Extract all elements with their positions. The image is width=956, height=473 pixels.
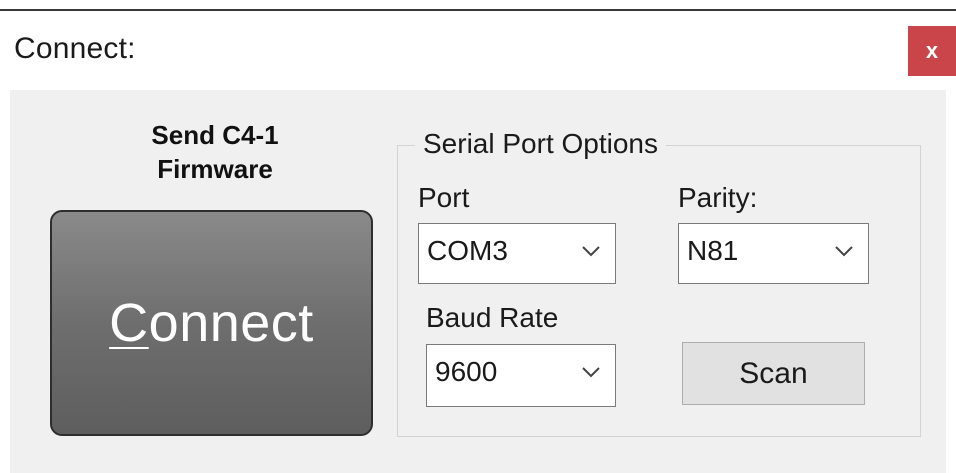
port-label: Port	[418, 182, 470, 213]
connect-button[interactable]: Connect	[50, 210, 373, 436]
dialog-titlebar: Connect: x	[0, 14, 956, 90]
firmware-label-line1: Send C4-1	[151, 120, 279, 150]
connect-label-rest: onnect	[148, 293, 314, 353]
dialog-title: Connect:	[14, 32, 136, 65]
connect-mnemonic: C	[109, 293, 149, 353]
dialog-body: Send C4-1 Firmware Connect Serial Port O…	[10, 90, 946, 473]
serial-port-options-title: Serial Port Options	[415, 128, 666, 160]
chevron-down-icon	[582, 246, 600, 257]
scan-button[interactable]: Scan	[682, 342, 865, 405]
firmware-label-line2: Firmware	[157, 154, 273, 184]
baud-rate-dropdown[interactable]: 9600	[426, 344, 616, 407]
chevron-down-icon	[582, 367, 600, 378]
close-button[interactable]: x	[908, 26, 956, 76]
port-dropdown[interactable]: COM3	[418, 223, 616, 284]
port-value: COM3	[427, 235, 508, 266]
parity-dropdown[interactable]: N81	[678, 223, 869, 284]
screen: Connect: x Send C4-1 Firmware Connect Se…	[0, 0, 956, 473]
parity-label: Parity:	[678, 182, 758, 213]
baud-rate-label: Baud Rate	[426, 302, 559, 333]
firmware-label: Send C4-1 Firmware	[50, 118, 380, 186]
close-icon: x	[925, 38, 939, 63]
chevron-down-icon	[835, 246, 853, 257]
connect-button-label: Connect	[109, 292, 314, 354]
parity-value: N81	[687, 235, 739, 266]
divider	[0, 9, 956, 11]
scan-button-label: Scan	[739, 356, 808, 390]
baud-rate-value: 9600	[435, 356, 498, 387]
background-window-edge	[0, 0, 956, 14]
